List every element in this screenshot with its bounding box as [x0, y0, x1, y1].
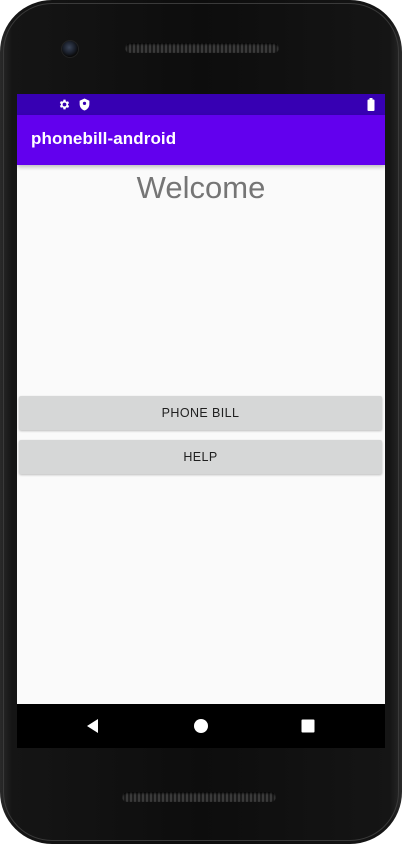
- battery-icon: [367, 98, 375, 111]
- navigation-bar: [17, 704, 385, 748]
- back-icon[interactable]: [83, 716, 103, 736]
- bottom-speaker: [122, 792, 276, 802]
- phone-bill-button[interactable]: PHONE BILL: [19, 396, 382, 430]
- status-bar: [17, 94, 385, 115]
- front-camera: [62, 41, 78, 57]
- help-button[interactable]: HELP: [19, 440, 382, 474]
- earpiece-speaker: [125, 43, 279, 53]
- home-icon[interactable]: [191, 716, 211, 736]
- welcome-heading: Welcome: [136, 170, 266, 205]
- recents-icon[interactable]: [298, 716, 318, 736]
- settings-icon: [58, 98, 71, 111]
- app-title: phonebill-android: [31, 129, 177, 148]
- app-screen: phonebill-android Welcome PHONE BILL HEL…: [17, 94, 385, 704]
- shield-icon: [78, 98, 91, 111]
- app-bar: phonebill-android: [17, 115, 385, 165]
- phone-device-frame: phonebill-android Welcome PHONE BILL HEL…: [0, 0, 402, 844]
